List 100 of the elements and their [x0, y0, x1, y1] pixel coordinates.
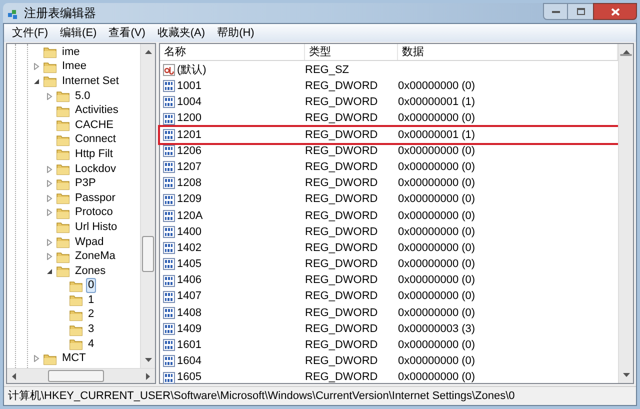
table-row[interactable]: 1209 REG_DWORD 0x00000000 (0)	[163, 192, 615, 208]
scroll-right-icon[interactable]	[146, 372, 151, 380]
column-header[interactable]: 类型	[305, 44, 398, 60]
value-name[interactable]: (默认)	[177, 62, 206, 78]
tree-item[interactable]: 3	[86, 322, 96, 338]
expand-arrow-icon[interactable]	[33, 63, 40, 70]
collapse-arrow-icon[interactable]	[33, 78, 40, 85]
table-row[interactable]: 1604 REG_DWORD 0x00000000 (0)	[163, 353, 615, 370]
table-row[interactable]: 1407 REG_DWORD 0x00000000 (0)	[163, 288, 615, 305]
expand-arrow-icon[interactable]	[33, 355, 40, 362]
scroll-left-icon[interactable]	[11, 372, 16, 380]
tree-item[interactable]: Connect	[73, 132, 118, 148]
expand-arrow-icon[interactable]	[46, 92, 53, 100]
menu-item[interactable]: 编辑(E)	[54, 24, 103, 42]
table-cell-text: 0x00000000 (0)	[398, 289, 476, 304]
folder-icon	[56, 119, 70, 132]
binary-value-icon	[163, 306, 175, 319]
column-header[interactable]: 名称	[160, 44, 305, 60]
horizontal-scrollbar[interactable]	[7, 368, 155, 383]
table-row[interactable]: 1004 REG_DWORD 0x00000001 (1)	[163, 94, 615, 111]
menu-item[interactable]: 文件(F)	[6, 24, 54, 42]
tree-item[interactable]: Wpad	[73, 234, 106, 250]
table-row[interactable]: 1409 REG_DWORD 0x00000003 (3)	[163, 321, 615, 338]
value-name[interactable]: 1402	[177, 240, 202, 256]
table-row[interactable]: 1402 REG_DWORD 0x00000000 (0)	[163, 240, 615, 256]
table-row[interactable]: (默认) REG_SZ	[163, 62, 615, 78]
binary-value-icon	[163, 128, 175, 141]
close-button[interactable]	[593, 3, 637, 20]
value-name[interactable]: 1604	[177, 353, 202, 370]
vertical-scrollbar[interactable]	[618, 44, 633, 383]
tree-item[interactable]: 0	[86, 278, 96, 294]
folder-icon	[56, 163, 70, 176]
value-name[interactable]: 1004	[177, 94, 202, 111]
tree-item[interactable]: 4	[86, 336, 96, 352]
tree-item[interactable]: 1	[86, 292, 96, 308]
scroll-up-icon[interactable]	[144, 49, 152, 54]
tree-item[interactable]: ZoneMa	[73, 249, 118, 264]
value-name[interactable]: 1001	[177, 78, 202, 95]
tree-item[interactable]: CACHE	[73, 118, 116, 133]
table-cell-text: REG_DWORD	[305, 128, 379, 143]
value-name[interactable]: 1201	[177, 126, 202, 144]
tree-item[interactable]: Activities	[73, 103, 120, 118]
table-row[interactable]: 1408 REG_DWORD 0x00000000 (0)	[163, 304, 615, 321]
binary-value-icon	[163, 194, 175, 206]
tree-item[interactable]: Http Filt	[73, 146, 115, 162]
tree-item[interactable]: P3P	[73, 176, 98, 192]
table-cell-text: REG_DWORD	[305, 144, 379, 159]
table-cell-text: REG_DWORD	[305, 224, 379, 240]
tree-item[interactable]: Lockdov	[73, 162, 118, 177]
value-name[interactable]: 1601	[177, 337, 202, 354]
table-row[interactable]: 1207 REG_DWORD 0x00000000 (0)	[163, 159, 615, 176]
minimize-button[interactable]	[543, 3, 568, 20]
tree-item[interactable]: MCT	[60, 351, 88, 366]
scroll-up-icon[interactable]	[622, 49, 630, 54]
table-row[interactable]: 1405 REG_DWORD 0x00000000 (0)	[163, 256, 615, 272]
value-name[interactable]: 1407	[177, 288, 202, 305]
value-name[interactable]: 1400	[177, 224, 202, 240]
value-name[interactable]: 1207	[177, 158, 202, 176]
table-row[interactable]: 120A REG_DWORD 0x00000000 (0)	[163, 208, 615, 224]
table-row[interactable]: 1601 REG_DWORD 0x00000000 (0)	[163, 337, 615, 354]
value-name[interactable]: 120A	[177, 208, 203, 224]
tree-item[interactable]: Internet Set	[60, 74, 121, 89]
scroll-down-icon[interactable]	[144, 358, 152, 363]
scroll-down-icon[interactable]	[622, 373, 630, 378]
maximize-button[interactable]	[568, 3, 593, 20]
table-row[interactable]: 1406 REG_DWORD 0x00000000 (0)	[163, 272, 615, 289]
tree-item[interactable]: Passpor	[73, 190, 118, 206]
vertical-scrollbar[interactable]	[140, 44, 155, 368]
value-name[interactable]: 1408	[177, 304, 202, 322]
table-row[interactable]: 1400 REG_DWORD 0x00000000 (0)	[163, 224, 615, 240]
menu-item[interactable]: 查看(V)	[102, 24, 152, 42]
table-cell-text: 0x00000000 (0)	[398, 176, 476, 192]
tree-item[interactable]: Imee	[60, 59, 88, 74]
table-cell-text: REG_DWORD	[305, 322, 379, 337]
tree-item[interactable]: Zones	[73, 264, 108, 279]
value-name[interactable]: 1605	[177, 369, 202, 386]
tree-item[interactable]: 5.0	[73, 88, 92, 104]
table-row[interactable]: 1001 REG_DWORD 0x00000000 (0)	[163, 78, 615, 94]
table-row[interactable]: 1200 REG_DWORD 0x00000000 (0)	[163, 110, 615, 127]
table-row[interactable]: 1605 REG_DWORD 0x00000000 (0)	[163, 370, 615, 386]
tree-item[interactable]: Protoco	[73, 205, 115, 220]
menu-item[interactable]: 帮助(H)	[211, 24, 260, 42]
table-row[interactable]: 1208 REG_DWORD 0x00000000 (0)	[163, 175, 615, 192]
value-name[interactable]: 1409	[177, 320, 202, 338]
value-name[interactable]: 1406	[177, 272, 202, 289]
tree-item[interactable]: Url Histo	[73, 220, 120, 235]
binary-value-icon	[163, 177, 175, 190]
tree-item[interactable]: ime	[60, 44, 82, 60]
value-name[interactable]: 1405	[177, 256, 202, 273]
table-row[interactable]: 1206 REG_DWORD 0x00000000 (0)	[163, 142, 615, 160]
value-name[interactable]: 1200	[177, 110, 202, 127]
value-name[interactable]: 1208	[177, 175, 202, 192]
collapse-arrow-icon[interactable]	[46, 268, 53, 275]
table-cell-text: REG_DWORD	[305, 95, 379, 110]
value-name[interactable]: 1206	[177, 142, 202, 160]
menu-item[interactable]: 收藏夹(A)	[151, 24, 212, 42]
value-name[interactable]: 1209	[177, 191, 202, 208]
table-cell-text: 0x00000000 (0)	[398, 111, 476, 126]
table-cell-text: REG_DWORD	[305, 338, 379, 354]
tree-item[interactable]: 2	[86, 307, 96, 322]
